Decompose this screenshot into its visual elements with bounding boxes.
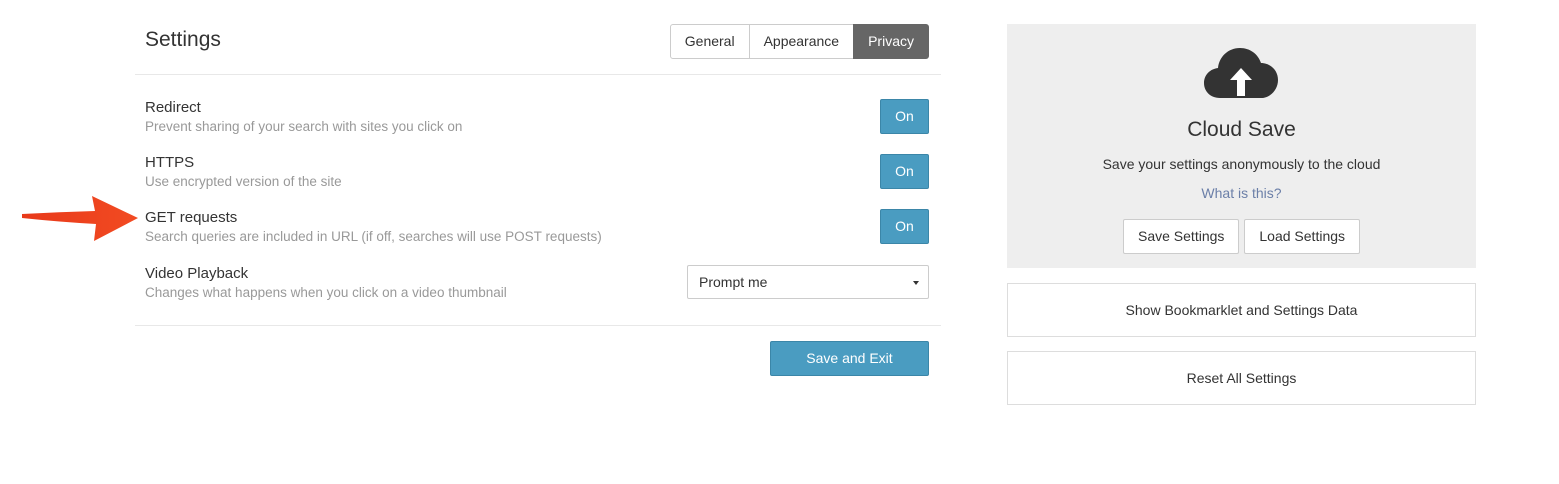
setting-description: Prevent sharing of your search with site…	[145, 119, 463, 134]
setting-name: HTTPS	[145, 154, 195, 171]
caret-down-icon	[913, 281, 919, 285]
load-settings-button[interactable]: Load Settings	[1244, 219, 1361, 254]
setting-name: Video Playback	[145, 265, 249, 282]
setting-row-get-requests: GET requests Search queries are included…	[135, 209, 941, 264]
get-requests-toggle-button[interactable]: On	[880, 209, 929, 244]
select-value: Prompt me	[699, 274, 768, 290]
cloud-buttons: Save Settings Load Settings	[1123, 219, 1365, 254]
show-bookmarklet-button[interactable]: Show Bookmarklet and Settings Data	[1007, 283, 1476, 337]
setting-row-https: HTTPS Use encrypted version of the site …	[135, 154, 941, 209]
redirect-toggle-button[interactable]: On	[880, 99, 929, 134]
settings-header: Settings General Appearance Privacy	[135, 24, 941, 75]
setting-row-video-playback: Video Playback Changes what happens when…	[135, 265, 941, 320]
what-is-this-link[interactable]: What is this?	[1007, 185, 1476, 201]
setting-name: Redirect	[145, 99, 201, 116]
cloud-save-description: Save your settings anonymously to the cl…	[1102, 156, 1381, 172]
reset-all-settings-button[interactable]: Reset All Settings	[1007, 351, 1476, 405]
cloud-upload-icon	[1204, 48, 1278, 105]
save-settings-button[interactable]: Save Settings	[1123, 219, 1240, 254]
setting-row-redirect: Redirect Prevent sharing of your search …	[135, 99, 941, 154]
red-arrow-icon	[20, 194, 140, 249]
tab-appearance[interactable]: Appearance	[748, 24, 855, 59]
video-playback-select[interactable]: Prompt me	[687, 265, 929, 299]
setting-description: Use encrypted version of the site	[145, 174, 342, 189]
settings-panel: Settings General Appearance Privacy Redi…	[135, 24, 941, 376]
https-toggle-button[interactable]: On	[880, 154, 929, 189]
divider	[135, 325, 941, 326]
cloud-save-title: Cloud Save	[1187, 118, 1296, 141]
tab-privacy[interactable]: Privacy	[853, 24, 929, 59]
tab-general[interactable]: General	[669, 24, 750, 59]
setting-name: GET requests	[145, 209, 238, 226]
settings-tabs: General Appearance Privacy	[669, 24, 929, 59]
page-title: Settings	[145, 28, 221, 51]
save-and-exit-button[interactable]: Save and Exit	[770, 341, 929, 376]
setting-description: Search queries are included in URL (if o…	[145, 229, 602, 244]
setting-description: Changes what happens when you click on a…	[145, 285, 507, 300]
cloud-save-panel: Cloud Save Save your settings anonymousl…	[1007, 24, 1476, 268]
